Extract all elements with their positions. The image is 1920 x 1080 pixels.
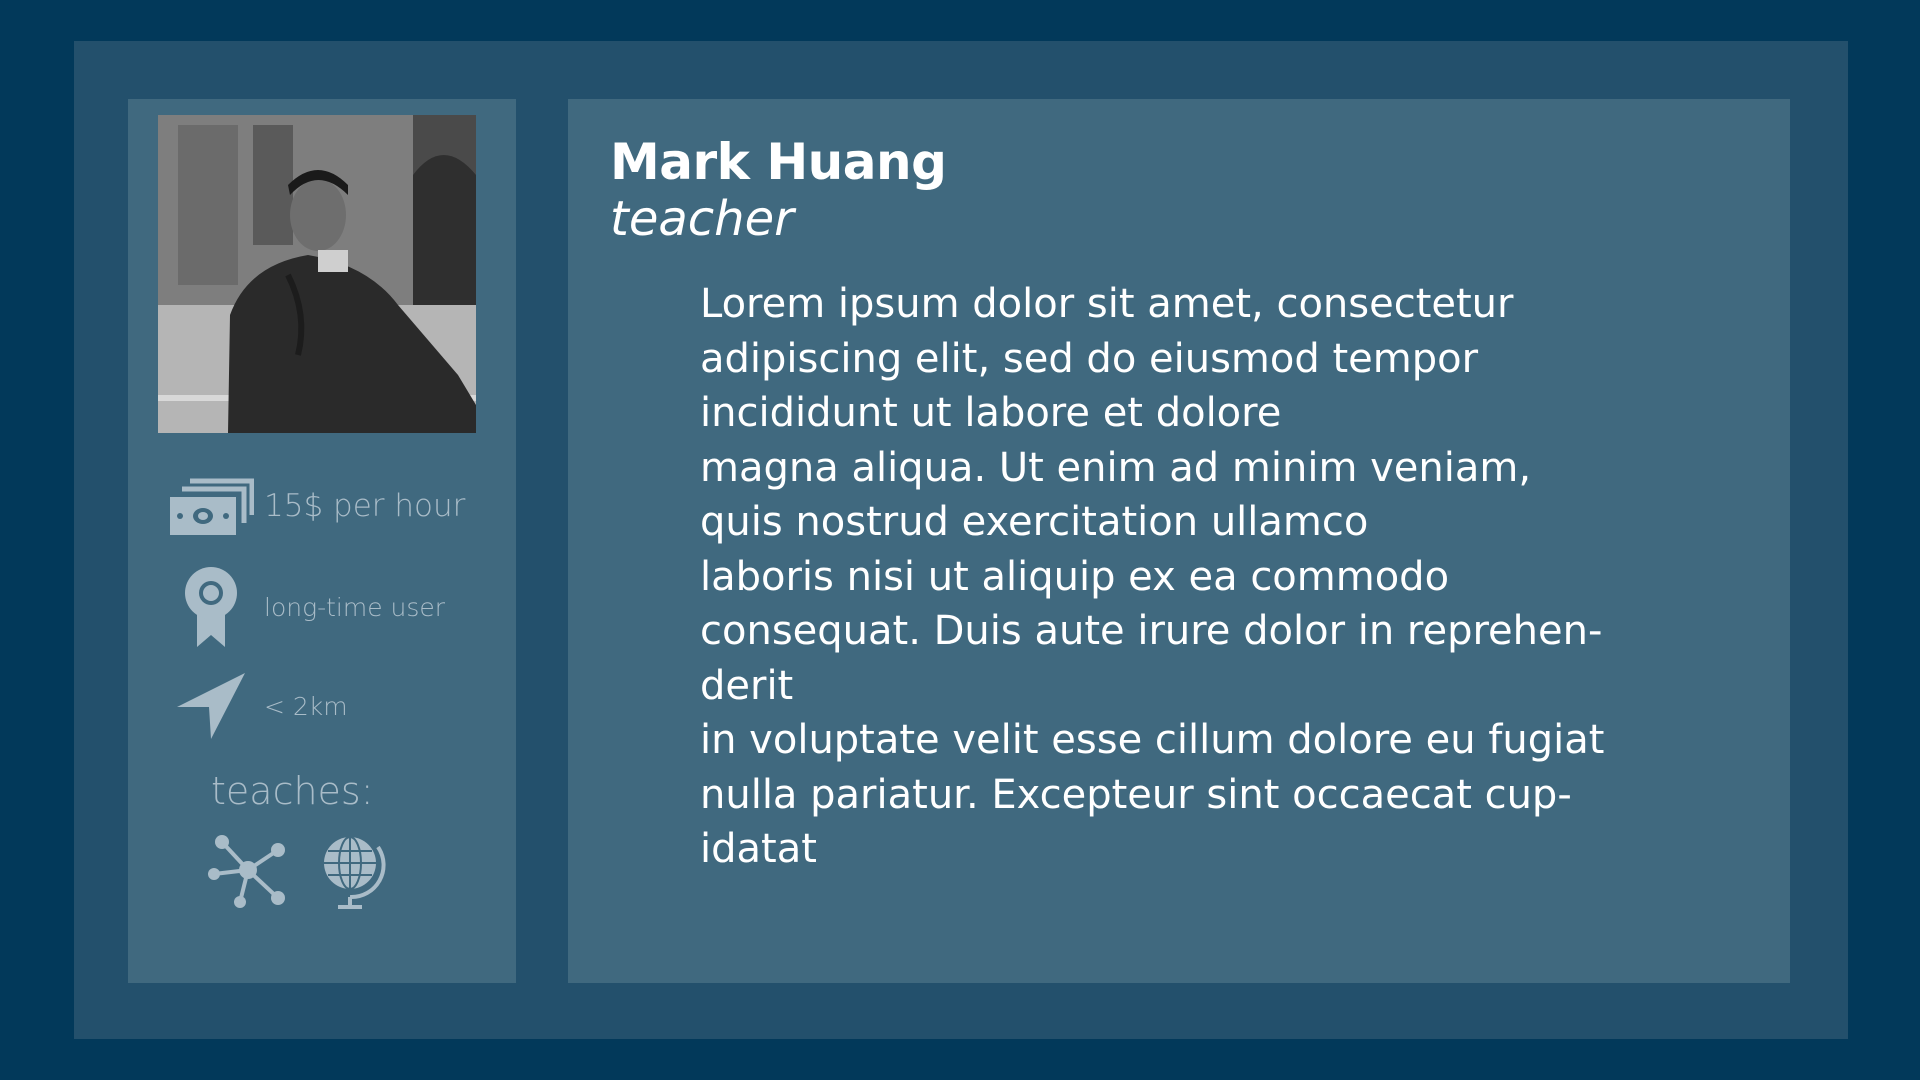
profile-card-frame: 15$ per hour long-time user < 2km teache… bbox=[74, 41, 1848, 1039]
badge-row: long-time user bbox=[168, 565, 445, 649]
profile-bio: Lorem ipsum dolor sit amet, consectetur … bbox=[700, 277, 1700, 877]
bio-line: laboris nisi ut aliquip ex ea commodo bbox=[700, 553, 1450, 600]
molecule-icon bbox=[208, 830, 288, 912]
bio-line: nulla pariatur. Excepteur sint occaecat … bbox=[700, 771, 1572, 818]
teaches-label: teaches: bbox=[211, 769, 374, 813]
bio-line: adipiscing elit, sed do eiusmod tempor bbox=[700, 335, 1479, 382]
globe-icon bbox=[316, 827, 388, 915]
subject-icons bbox=[208, 827, 388, 915]
bio-line: derit bbox=[700, 662, 794, 709]
bio-line: in voluptate velit esse cillum dolore eu… bbox=[700, 717, 1605, 763]
badge-label: long-time user bbox=[264, 592, 446, 622]
bio-line: consequat. Duis aute irure dolor in repr… bbox=[700, 608, 1603, 654]
award-icon bbox=[168, 565, 254, 649]
profile-role: teacher bbox=[610, 191, 794, 247]
bio-line: quis nostrud exercitation ullamco bbox=[700, 499, 1369, 545]
profile-name: Mark Huang bbox=[610, 133, 947, 191]
profile-photo-image bbox=[158, 115, 476, 433]
distance-row: < 2km bbox=[168, 671, 348, 741]
rate-row: 15$ per hour bbox=[168, 475, 465, 537]
distance-label: < 2km bbox=[264, 691, 348, 721]
profile-photo bbox=[158, 115, 476, 433]
location-arrow-icon bbox=[168, 671, 254, 741]
bio-line: magna aliqua. Ut enim ad minim veniam, bbox=[700, 444, 1532, 491]
money-icon bbox=[168, 475, 254, 537]
bio-line: Lorem ipsum dolor sit amet, consectetur bbox=[700, 281, 1514, 327]
bio-line: idatat bbox=[700, 826, 817, 872]
profile-main: Mark Huang teacher Lorem ipsum dolor sit… bbox=[568, 99, 1790, 983]
profile-sidebar: 15$ per hour long-time user < 2km teache… bbox=[128, 99, 516, 983]
rate-label: 15$ per hour bbox=[264, 488, 466, 524]
bio-line: incididunt ut labore et dolore bbox=[700, 390, 1282, 436]
